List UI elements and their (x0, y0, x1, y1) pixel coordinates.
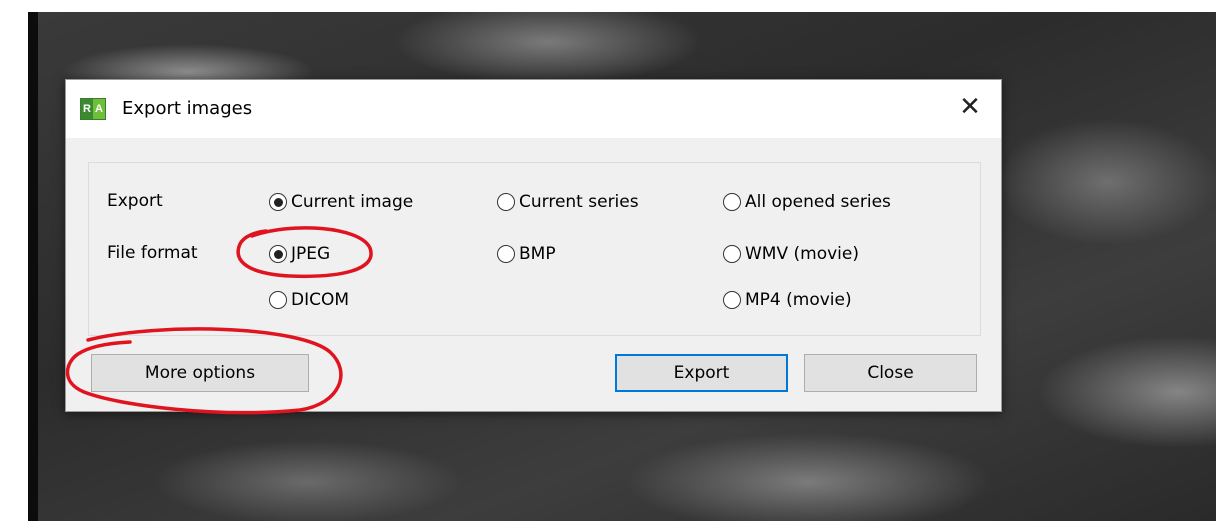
radio-circle (723, 245, 741, 263)
dialog-titlebar: R A Export images ✕ (66, 80, 1001, 138)
radio-circle (497, 245, 515, 263)
close-button[interactable]: Close (804, 354, 977, 392)
app-logo-icon: R A (80, 98, 106, 120)
radio-mp4-movie[interactable]: MP4 (movie) (723, 290, 852, 310)
radio-label: DICOM (291, 290, 350, 310)
export-button[interactable]: Export (615, 354, 788, 392)
radio-label: MP4 (movie) (745, 290, 852, 310)
radio-wmv-movie[interactable]: WMV (movie) (723, 244, 859, 264)
radio-label: Current image (291, 192, 414, 212)
radio-bmp[interactable]: BMP (497, 244, 556, 264)
app-logo-letter-r: R (81, 99, 93, 119)
radio-current-series[interactable]: Current series (497, 192, 639, 212)
radio-circle (269, 291, 287, 309)
radio-circle (723, 291, 741, 309)
app-logo-letter-a: A (93, 99, 105, 119)
file-format-label: File format (107, 243, 198, 263)
radio-current-image[interactable]: Current image (269, 192, 413, 212)
radio-label: JPEG (291, 244, 331, 264)
radio-all-opened-series[interactable]: All opened series (723, 192, 891, 212)
radio-circle (497, 193, 515, 211)
radio-label: WMV (movie) (745, 244, 859, 264)
radio-label: Current series (519, 192, 639, 212)
export-images-dialog: R A Export images ✕ Export File format C… (65, 79, 1002, 412)
more-options-button[interactable]: More options (91, 354, 309, 392)
radio-label: All opened series (745, 192, 891, 212)
radio-circle (723, 193, 741, 211)
radio-dicom[interactable]: DICOM (269, 290, 349, 310)
radio-circle (269, 193, 287, 211)
dialog-title: Export images (122, 98, 253, 119)
image-left-edge (28, 12, 38, 521)
radio-circle (269, 245, 287, 263)
radio-jpeg[interactable]: JPEG (269, 244, 330, 264)
export-label: Export (107, 191, 163, 211)
close-icon[interactable]: ✕ (957, 94, 983, 120)
options-group: Export File format Current image Current… (88, 162, 981, 336)
radio-label: BMP (519, 244, 556, 264)
